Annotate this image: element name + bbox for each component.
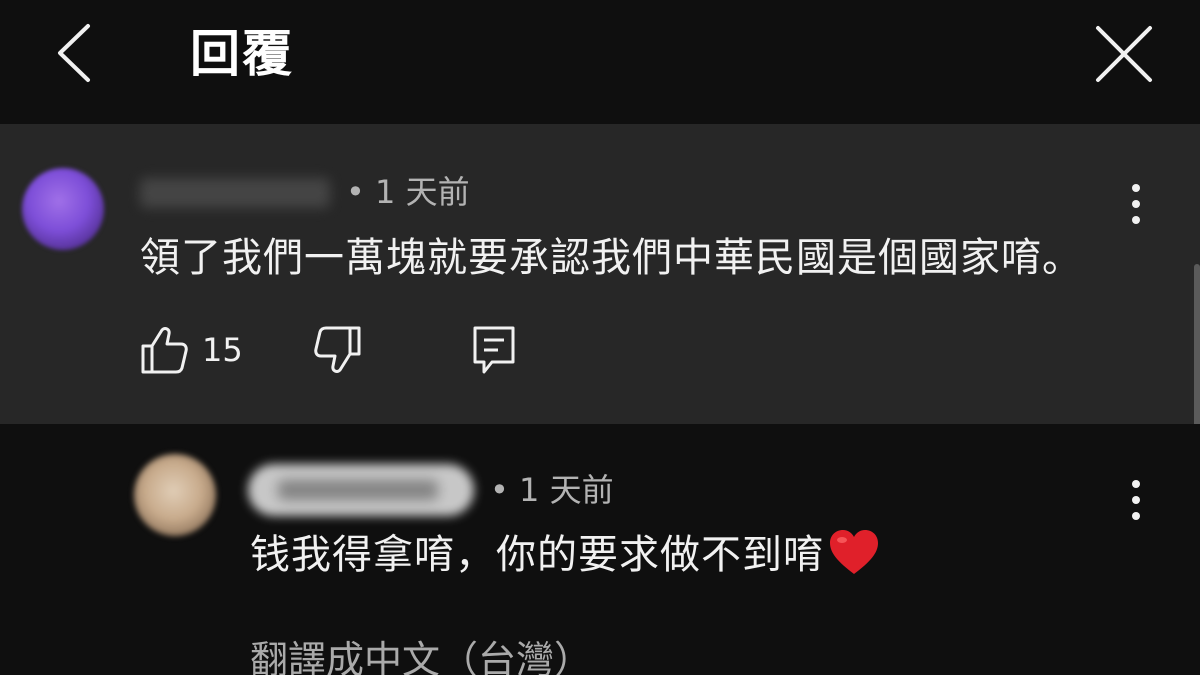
more-vert-icon: [1132, 480, 1140, 520]
thumb-up-icon: [141, 327, 188, 374]
header-bar: 回覆: [0, 0, 1200, 124]
like-button[interactable]: [140, 324, 188, 376]
thumb-down-icon: [314, 326, 361, 373]
comment-text-row: 钱我得拿唷，你的要求做不到唷: [250, 528, 880, 581]
avatar[interactable]: [134, 454, 216, 536]
heart-emoji-icon: [830, 530, 878, 574]
comment-text: 钱我得拿唷，你的要求做不到唷: [250, 532, 824, 578]
dislike-button[interactable]: [314, 324, 362, 376]
author-name-blurred[interactable]: [248, 464, 474, 516]
scrollbar[interactable]: [1194, 264, 1200, 444]
more-options-button[interactable]: [1118, 180, 1154, 228]
page-title: 回覆: [190, 25, 294, 83]
close-icon: [1096, 26, 1152, 82]
more-vert-icon: [1132, 184, 1140, 224]
comment-text: 領了我們一萬塊就要承認我們中華民國是個國家唷。: [140, 235, 1083, 281]
author-name-blurred[interactable]: [140, 178, 330, 208]
chevron-left-icon: [58, 24, 90, 82]
reply-comment: • 1 天前 钱我得拿唷，你的要求做不到唷 翻譯成中文（台灣）: [0, 424, 1200, 675]
comment-timestamp: • 1 天前: [490, 471, 614, 509]
comment-timestamp: • 1 天前: [346, 173, 470, 211]
translate-link[interactable]: 翻譯成中文（台灣）: [250, 634, 592, 675]
more-options-button[interactable]: [1118, 476, 1154, 524]
back-button[interactable]: [52, 22, 98, 84]
close-button[interactable]: [1094, 24, 1154, 84]
parent-comment: • 1 天前 領了我們一萬塊就要承認我們中華民國是個國家唷。 15: [0, 124, 1200, 444]
reply-icon: [473, 326, 515, 374]
like-count: 15: [202, 331, 243, 369]
reply-button[interactable]: [470, 324, 518, 376]
avatar[interactable]: [22, 168, 104, 250]
